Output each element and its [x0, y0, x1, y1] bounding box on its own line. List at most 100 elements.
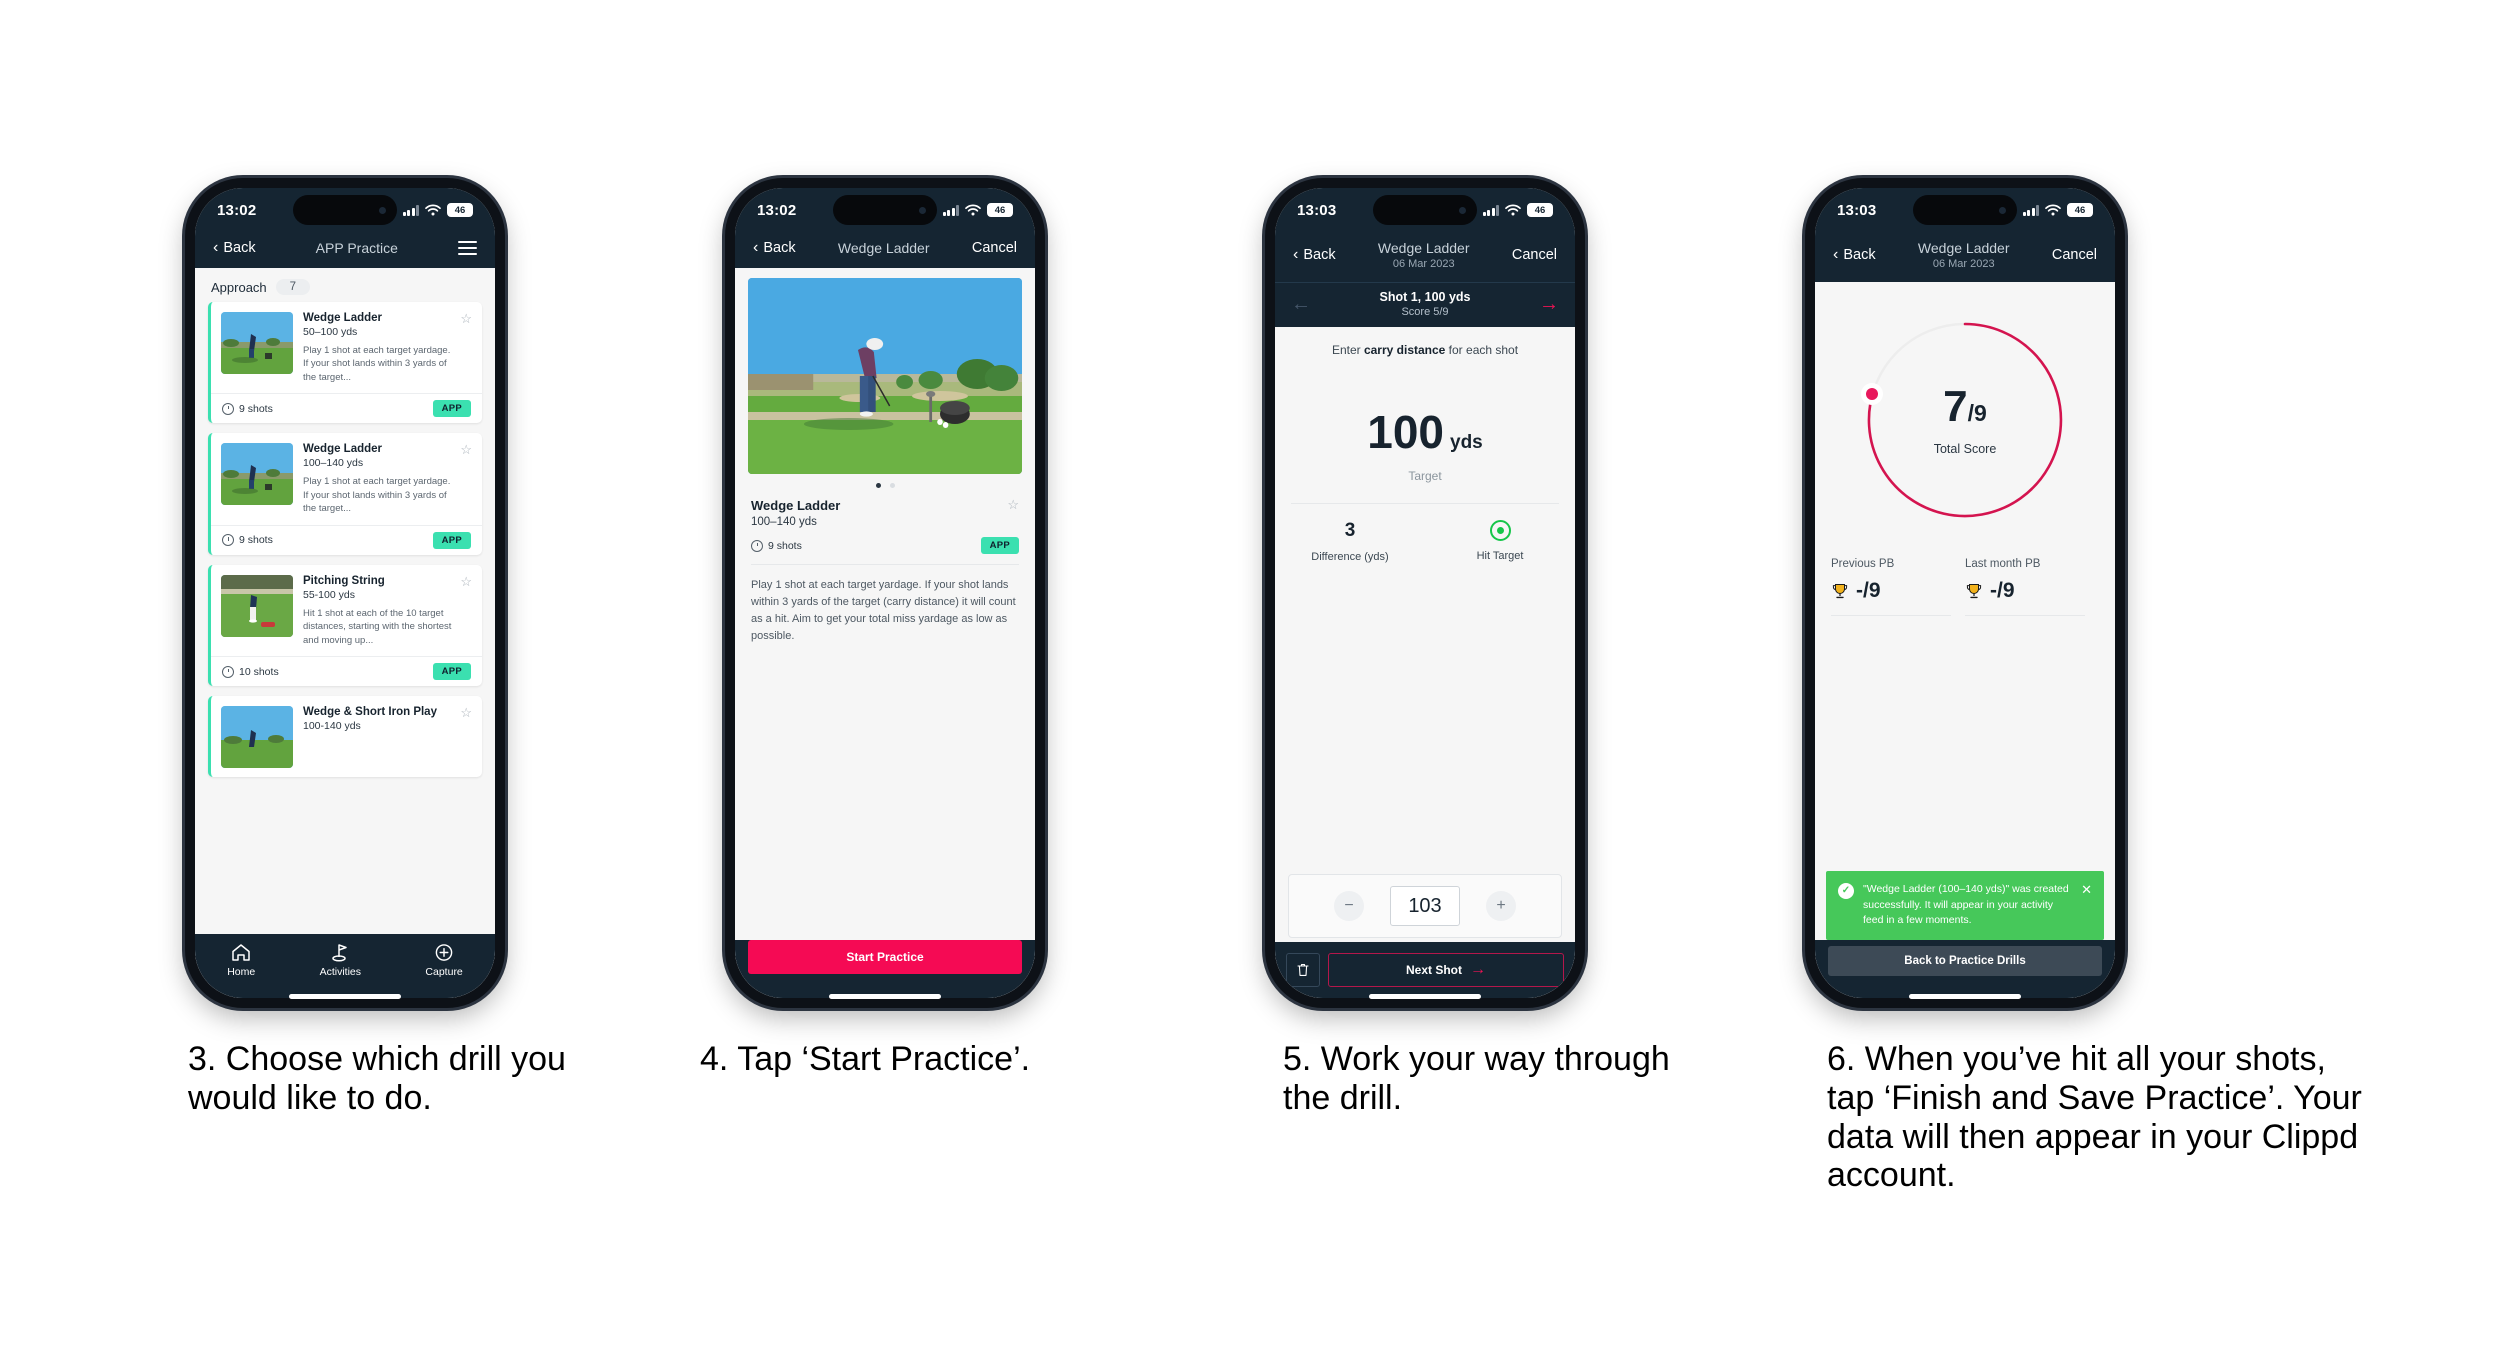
home-indicator	[1909, 994, 2021, 999]
status-indicators: 46	[942, 203, 1013, 217]
back-button[interactable]: ‹ Back	[753, 240, 796, 257]
tab-label: Capture	[425, 966, 463, 978]
drill-range: 50–100 yds	[303, 326, 358, 338]
tab-home[interactable]: Home	[227, 943, 255, 978]
wifi-icon	[2045, 204, 2061, 216]
shot-score: Score 5/9	[1401, 306, 1449, 318]
drill-hero-image	[748, 278, 1022, 474]
drill-title: Wedge Ladder	[303, 443, 383, 456]
section-header: Approach 7	[195, 268, 495, 302]
dot[interactable]	[889, 483, 895, 488]
target-distance: 100 yds	[1275, 409, 1575, 455]
favorite-star-icon[interactable]: ☆	[460, 575, 472, 588]
category-badge: APP	[432, 663, 471, 681]
carry-distance-stepper[interactable]: − 103 +	[1288, 874, 1562, 938]
drill-list-body[interactable]: Approach 7 ☆ Wedge Ladder 50–100 yds Pla…	[195, 268, 495, 998]
start-practice-button[interactable]: Start Practice	[748, 940, 1022, 974]
pb-score: -/9	[1856, 579, 1881, 602]
drill-description: Hit 1 shot at each of the 10 target dist…	[303, 607, 452, 646]
tab-label: Home	[227, 966, 256, 978]
cancel-button[interactable]: Cancel	[972, 240, 1017, 256]
clock-icon	[222, 534, 234, 547]
shot-entry-body[interactable]: Enter carry distance for each shot 100 yd…	[1275, 327, 1575, 998]
prompt-post: for each shot	[1445, 343, 1519, 357]
favorite-star-icon[interactable]: ☆	[460, 706, 472, 719]
drill-range: 55-100 yds	[303, 588, 355, 601]
back-button[interactable]: ‹ Back	[1833, 247, 1876, 264]
stat-difference: 3 Difference (yds)	[1275, 520, 1425, 563]
category-badge: APP	[980, 537, 1019, 554]
score-total: /9	[1967, 399, 1987, 426]
card-top: ☆ Wedge Ladder 100–140 yds Play 1 shot a…	[211, 433, 482, 524]
page-title-main: Wedge Ladder	[1917, 240, 2010, 256]
detail-meta: 9 shots APP	[751, 537, 1019, 565]
prompt-pre: Enter	[1331, 343, 1364, 357]
pb-value-row: -/9	[1965, 579, 2085, 616]
page-title-date: 06 Mar 2023	[1932, 258, 1995, 270]
list-item[interactable]: ☆ Wedge Ladder 50–100 yds Play 1 shot at…	[208, 302, 482, 424]
back-label: Back	[1843, 247, 1876, 263]
favorite-star-icon[interactable]: ☆	[1007, 498, 1019, 511]
tab-activities[interactable]: Activities	[320, 943, 361, 978]
decrement-button[interactable]: −	[1334, 891, 1364, 921]
nav-bar: ‹ Back Wedge Ladder 06 Mar 2023 Cancel	[1815, 232, 2115, 282]
card-footer: 10 shots APP	[211, 656, 482, 686]
favorite-star-icon[interactable]: ☆	[460, 312, 472, 325]
increment-button[interactable]: +	[1486, 891, 1516, 921]
phone-screen: 13:02 46 ‹ Back Wedge Ladder Cancel ☆ We…	[735, 188, 1035, 998]
back-button[interactable]: ‹ Back	[1293, 247, 1336, 264]
carousel-dots[interactable]	[735, 474, 1035, 498]
status-time: 13:02	[757, 201, 797, 219]
shot-stats: 3 Difference (yds) Hit Target	[1275, 520, 1575, 563]
dynamic-island	[1373, 195, 1477, 225]
list-item[interactable]: ☆ Wedge Ladder 100–140 yds Play 1 shot a…	[208, 433, 482, 555]
drill-thumbnail	[221, 574, 293, 637]
status-bar: 13:02 46	[195, 188, 495, 232]
shot-count: 10 shots	[222, 665, 279, 678]
next-shot-icon[interactable]: →	[1539, 294, 1559, 314]
carry-distance-input[interactable]: 103	[1390, 886, 1460, 926]
list-item[interactable]: ☆ Pitching String 55-100 yds Hit 1 shot …	[208, 564, 482, 687]
cellular-signal-icon	[942, 204, 959, 216]
caption-step-3: 3. Choose which drill you would like to …	[188, 1040, 566, 1117]
close-icon[interactable]: ✕	[2081, 883, 2092, 929]
dot-active[interactable]	[875, 483, 881, 488]
status-indicators: 46	[1482, 203, 1553, 217]
clock-icon	[222, 665, 234, 678]
favorite-star-icon[interactable]: ☆	[460, 443, 472, 456]
phone-screen: 13:03 46 ‹ Back Wedge Ladder 06 Mar 2023	[1275, 188, 1575, 998]
cancel-button[interactable]: Cancel	[1512, 247, 1557, 263]
shot-label: Shot 1, 100 yds	[1379, 290, 1471, 304]
hamburger-icon[interactable]	[458, 241, 477, 255]
back-to-drills-button[interactable]: Back to Practice Drills	[1828, 946, 2102, 976]
shot-count: 9 shots	[222, 402, 273, 415]
status-bar: 13:03 46	[1815, 188, 2115, 232]
shot-progress-bar: ← Shot 1, 100 yds Score 5/9 →	[1275, 282, 1575, 327]
next-shot-button[interactable]: Next Shot →	[1328, 953, 1564, 987]
tab-capture[interactable]: Capture	[425, 943, 463, 978]
cancel-button[interactable]: Cancel	[2052, 247, 2097, 263]
back-button[interactable]: ‹ Back	[213, 239, 256, 257]
card-text: ☆ Wedge Ladder 50–100 yds Play 1 shot at…	[303, 312, 472, 384]
page-title: APP Practice	[315, 240, 398, 256]
dynamic-island	[293, 195, 397, 225]
card-text: ☆ Wedge & Short Iron Play 100-140 yds	[303, 706, 472, 768]
prompt-bold: carry distance	[1363, 343, 1446, 357]
previous-shot-icon[interactable]: ←	[1291, 294, 1311, 314]
card-text: ☆ Pitching String 55-100 yds Hit 1 shot …	[303, 575, 472, 647]
nav-bar: ‹ Back Wedge Ladder 06 Mar 2023 Cancel	[1275, 232, 1575, 282]
trash-icon[interactable]	[1286, 953, 1320, 987]
dynamic-island	[833, 195, 937, 225]
shot-count-label: 9 shots	[239, 402, 273, 415]
tutorial-sequence: 13:02 46 ‹ Back APP Practice Approach 7 …	[0, 0, 2503, 1347]
list-item[interactable]: ☆ Wedge & Short Iron Play 100-140 yds	[208, 696, 482, 778]
wifi-icon	[965, 204, 981, 216]
card-top: ☆ Pitching String 55-100 yds Hit 1 shot …	[211, 565, 482, 656]
pb-value-row: -/9	[1831, 579, 1951, 616]
chevron-left-icon: ‹	[213, 239, 219, 256]
status-indicators: 46	[2022, 203, 2093, 217]
detail-header: ☆ Wedge Ladder 100–140 yds 9 shots APP	[735, 498, 1035, 565]
dynamic-island	[1913, 195, 2017, 225]
drill-detail-body[interactable]: ☆ Wedge Ladder 100–140 yds 9 shots APP P…	[735, 268, 1035, 998]
summary-body[interactable]: 7/9 Total Score Previous PB -/9 Last mon…	[1815, 282, 2115, 998]
